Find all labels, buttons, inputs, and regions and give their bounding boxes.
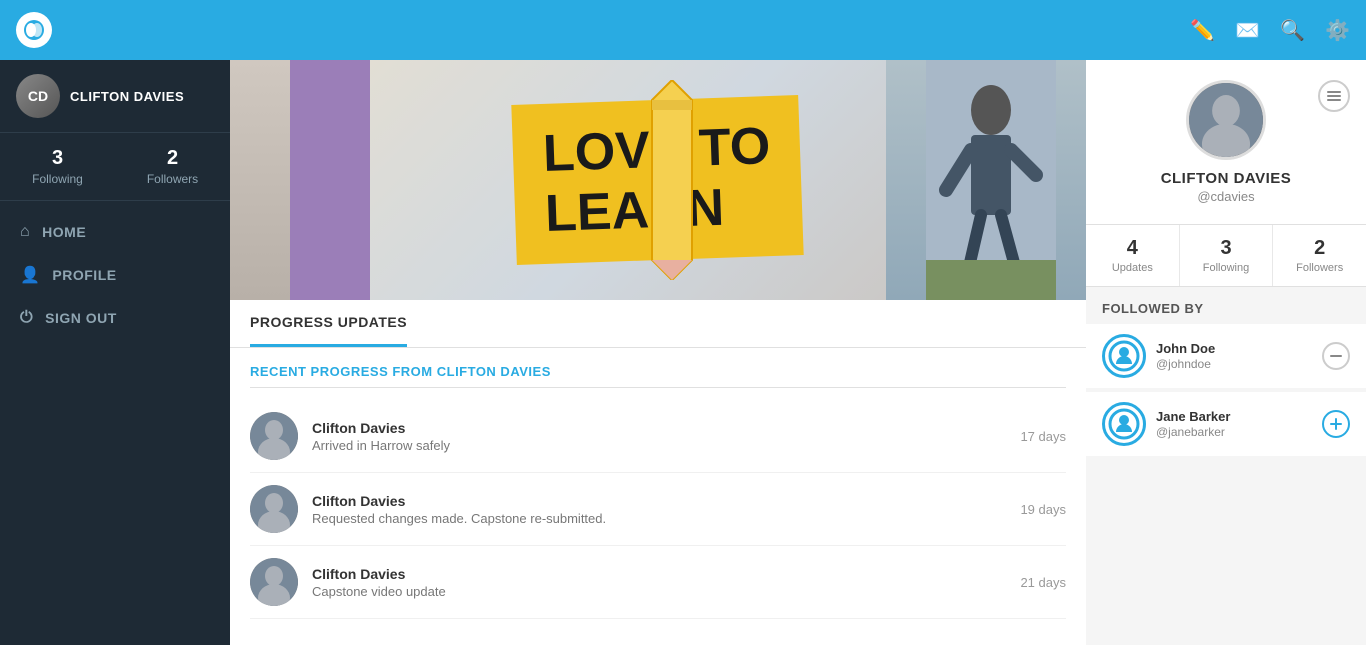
- follower-info-0: John Doe @johndoe: [1156, 341, 1312, 371]
- follower-item-0: John Doe @johndoe: [1086, 324, 1366, 388]
- content-area: LOVE to LEARN: [230, 60, 1086, 645]
- sidebar-item-signout-label: SIGN OUT: [45, 310, 117, 326]
- sidebar: CD CLIFTON DAVIES 3 Following 2 Follower…: [0, 60, 230, 645]
- follower-action-add-1[interactable]: [1322, 410, 1350, 438]
- sidebar-item-profile[interactable]: 👤 PROFILE: [0, 253, 230, 297]
- right-panel: CLIFTON DAVIES @cdavies 4 Updates 3 Foll…: [1086, 60, 1366, 645]
- right-profile-handle: @cdavies: [1197, 189, 1254, 204]
- sidebar-item-signout[interactable]: ⏻ SIGN OUT: [0, 297, 230, 339]
- sidebar-item-home-label: HOME: [42, 224, 86, 240]
- updates-count: 4: [1090, 237, 1175, 260]
- followers-label: Followers: [123, 172, 222, 186]
- progress-name-1: Clifton Davies: [312, 493, 1006, 509]
- following-count: 3: [8, 147, 107, 170]
- sidebar-item-home[interactable]: ⌂ HOME: [0, 211, 230, 253]
- right-profile-avatar: [1186, 80, 1266, 160]
- follower-name-1: Jane Barker: [1156, 409, 1312, 424]
- progress-item-1: Clifton Davies Requested changes made. C…: [250, 473, 1066, 546]
- top-nav-icons: ✏️ ✉️ 🔍 ⚙️: [1190, 18, 1350, 43]
- right-followers-count: 2: [1277, 237, 1362, 260]
- right-followers-label: Followers: [1277, 262, 1362, 274]
- updates-label: Updates: [1090, 262, 1175, 274]
- main-layout: CD CLIFTON DAVIES 3 Following 2 Follower…: [0, 60, 1366, 645]
- logo-icon: [16, 12, 52, 48]
- follower-item-1: Jane Barker @janebarker: [1086, 392, 1366, 456]
- follower-name-0: John Doe: [1156, 341, 1312, 356]
- progress-tab-bar: PROGRESS UPDATES: [230, 300, 1086, 348]
- progress-time-2: 21 days: [1020, 575, 1066, 590]
- progress-item-2: Clifton Davies Capstone video update 21 …: [250, 546, 1066, 619]
- home-icon: ⌂: [20, 223, 30, 241]
- progress-section: PROGRESS UPDATES RECENT PROGRESS FROM CL…: [230, 300, 1086, 645]
- sidebar-user: CD CLIFTON DAVIES: [0, 60, 230, 133]
- top-navbar: ✏️ ✉️ 🔍 ⚙️: [0, 0, 1366, 60]
- progress-name-2: Clifton Davies: [312, 566, 1006, 582]
- following-label: Following: [8, 172, 107, 186]
- followers-count: 2: [123, 147, 222, 170]
- progress-name-0: Clifton Davies: [312, 420, 1006, 436]
- right-profile-name: CLIFTON DAVIES: [1161, 170, 1292, 187]
- followed-by-title: FOLLOWED BY: [1086, 287, 1366, 324]
- follower-avatar-1: [1102, 402, 1146, 446]
- right-following-count: 3: [1184, 237, 1269, 260]
- pencil-icon: [642, 80, 702, 280]
- right-stat-updates[interactable]: 4 Updates: [1086, 225, 1180, 286]
- sidebar-stats: 3 Following 2 Followers: [0, 133, 230, 201]
- progress-avatar-1: [250, 485, 298, 533]
- edit-icon[interactable]: ✏️: [1190, 18, 1215, 43]
- mail-icon[interactable]: ✉️: [1235, 18, 1260, 43]
- progress-time-0: 17 days: [1020, 429, 1066, 444]
- sidebar-username: CLIFTON DAVIES: [70, 89, 184, 104]
- banner: LOVE to LEARN: [230, 60, 1086, 300]
- progress-desc-0: Arrived in Harrow safely: [312, 438, 1006, 453]
- right-stat-followers[interactable]: 2 Followers: [1273, 225, 1366, 286]
- progress-content: RECENT PROGRESS FROM CLIFTON DAVIES Clif…: [230, 348, 1086, 635]
- right-profile-menu-button[interactable]: [1318, 80, 1350, 112]
- right-stat-following[interactable]: 3 Following: [1180, 225, 1274, 286]
- follower-handle-0: @johndoe: [1156, 357, 1312, 371]
- right-profile-section: CLIFTON DAVIES @cdavies: [1086, 60, 1366, 225]
- follower-avatar-0: [1102, 334, 1146, 378]
- progress-avatar-0: [250, 412, 298, 460]
- recent-progress-title: RECENT PROGRESS FROM CLIFTON DAVIES: [250, 364, 1066, 388]
- sidebar-item-profile-label: PROFILE: [52, 267, 116, 283]
- avatar-placeholder: CD: [16, 74, 60, 118]
- progress-item-0: Clifton Davies Arrived in Harrow safely …: [250, 400, 1066, 473]
- progress-desc-1: Requested changes made. Capstone re-subm…: [312, 511, 1006, 526]
- sidebar-nav: ⌂ HOME 👤 PROFILE ⏻ SIGN OUT: [0, 201, 230, 349]
- progress-avatar-2: [250, 558, 298, 606]
- profile-icon: 👤: [20, 265, 40, 285]
- signout-icon: ⏻: [20, 309, 33, 327]
- progress-desc-2: Capstone video update: [312, 584, 1006, 599]
- sidebar-avatar: CD: [16, 74, 60, 118]
- logo: [16, 12, 52, 48]
- progress-tab[interactable]: PROGRESS UPDATES: [250, 300, 407, 347]
- progress-info-0: Clifton Davies Arrived in Harrow safely: [312, 420, 1006, 453]
- progress-info-1: Clifton Davies Requested changes made. C…: [312, 493, 1006, 526]
- follower-handle-1: @janebarker: [1156, 425, 1312, 439]
- sidebar-stat-following[interactable]: 3 Following: [0, 133, 115, 200]
- follower-action-remove-0[interactable]: [1322, 342, 1350, 370]
- follower-info-1: Jane Barker @janebarker: [1156, 409, 1312, 439]
- right-following-label: Following: [1184, 262, 1269, 274]
- search-icon[interactable]: 🔍: [1280, 18, 1305, 43]
- settings-icon[interactable]: ⚙️: [1325, 18, 1350, 43]
- banner-person: [926, 60, 1056, 300]
- right-stats: 4 Updates 3 Following 2 Followers: [1086, 225, 1366, 287]
- progress-info-2: Clifton Davies Capstone video update: [312, 566, 1006, 599]
- progress-time-1: 19 days: [1020, 502, 1066, 517]
- sidebar-stat-followers[interactable]: 2 Followers: [115, 133, 230, 200]
